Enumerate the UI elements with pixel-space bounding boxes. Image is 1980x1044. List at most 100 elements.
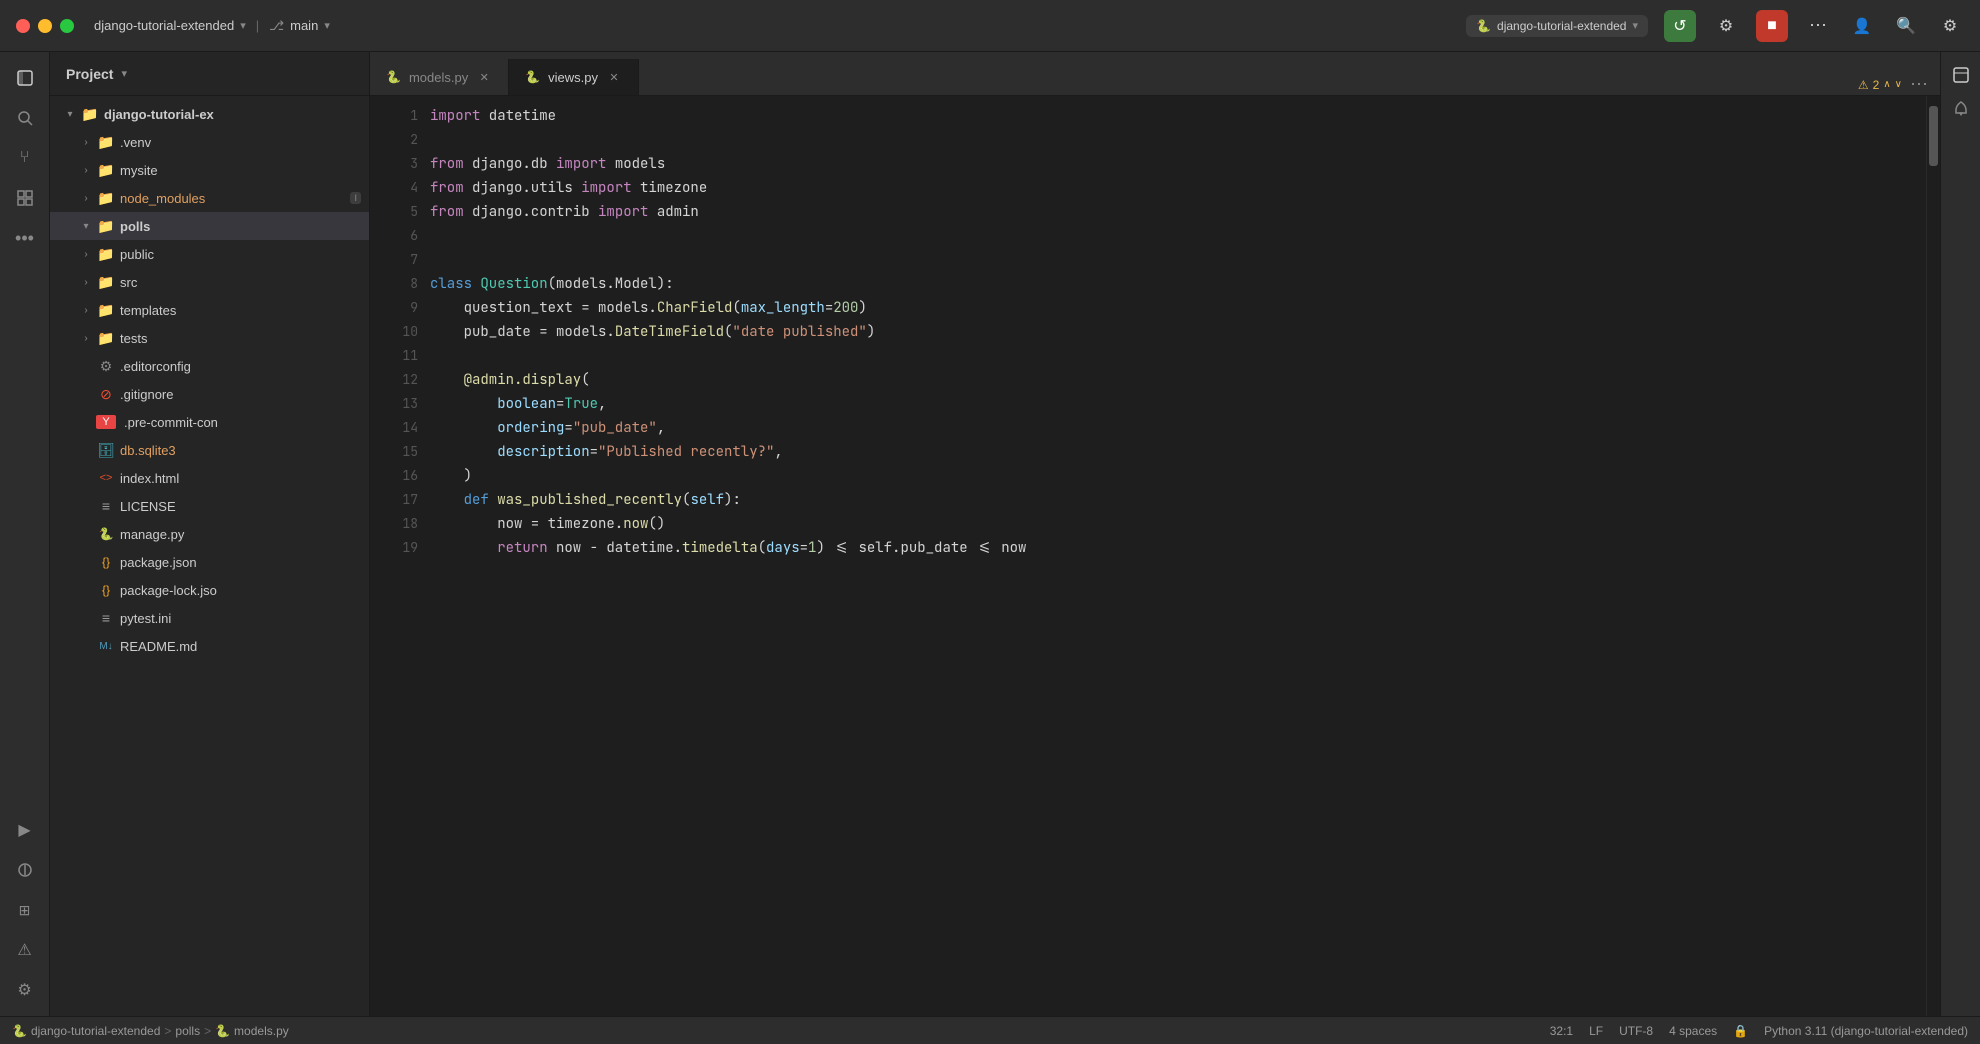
breadcrumb-sep-1: > <box>164 1024 171 1038</box>
traffic-light-green[interactable] <box>60 19 74 33</box>
sidebar-icon-remote[interactable]: ⊞ <box>7 892 43 928</box>
tree-item-gitignore[interactable]: › ⊘ .gitignore <box>50 380 369 408</box>
sidebar-icon-run[interactable]: ▶ <box>7 812 43 848</box>
branch-name[interactable]: main <box>290 18 318 33</box>
code-line-11 <box>430 344 1918 368</box>
readme-icon: M↓ <box>96 641 116 652</box>
editor-area: 🐍 models.py ✕ 🐍 views.py ✕ ⚠ 2 ∧ ∨ ⋯ <box>370 52 1940 1016</box>
code-line-1: import datetime <box>430 104 1918 128</box>
stop-button[interactable]: ■ <box>1756 10 1788 42</box>
run-button[interactable]: ↺ <box>1664 10 1696 42</box>
project-title[interactable]: django-tutorial-extended <box>94 18 234 33</box>
node-modules-folder-icon: 📁 <box>96 190 116 207</box>
tabs-more-icon[interactable]: ⋯ <box>1910 74 1928 95</box>
tree-item-db[interactable]: › 🗄 db.sqlite3 <box>50 436 369 464</box>
src-chevron-icon: › <box>78 277 94 288</box>
tests-folder-icon: 📁 <box>96 330 116 347</box>
status-line-ending[interactable]: LF <box>1589 1024 1603 1038</box>
root-label: django-tutorial-ex <box>104 107 361 122</box>
templates-folder-icon: 📁 <box>96 302 116 319</box>
status-python-version[interactable]: Python 3.11 (django-tutorial-extended) <box>1764 1024 1968 1038</box>
tree-item-venv[interactable]: › 📁 .venv <box>50 128 369 156</box>
gitignore-icon: ⊘ <box>96 386 116 403</box>
tree-item-public[interactable]: › 📁 public <box>50 240 369 268</box>
tree-item-node-modules[interactable]: › 📁 node_modules I <box>50 184 369 212</box>
tree-item-pre-commit[interactable]: › Y .pre-commit-con <box>50 408 369 436</box>
project-badge-chevron-icon: ▾ <box>1632 19 1638 32</box>
editor-scrollbar[interactable] <box>1926 96 1940 1016</box>
traffic-lights <box>16 19 74 33</box>
right-icon-structure[interactable] <box>1946 60 1976 90</box>
tree-item-readme[interactable]: › M↓ README.md <box>50 632 369 660</box>
kw-from-5: from <box>430 200 464 224</box>
more-options-icon[interactable]: ⋯ <box>1804 12 1832 40</box>
pre-commit-label: .pre-commit-con <box>124 415 361 430</box>
branch-chevron-icon: ▾ <box>324 19 330 32</box>
warning-count: 2 <box>1873 78 1880 92</box>
code-line-8: class Question(models.Model): <box>430 272 1918 296</box>
tab-views-py[interactable]: 🐍 views.py ✕ <box>509 59 639 95</box>
code-line-7 <box>430 248 1918 272</box>
code-line-10: pub_date = models.DateTimeField("date pu… <box>430 320 1918 344</box>
sidebar-icon-debug[interactable] <box>7 852 43 888</box>
warning-up-icon: ∧ <box>1883 79 1890 90</box>
encoding-label: UTF-8 <box>1619 1024 1653 1038</box>
tree-item-tests[interactable]: › 📁 tests <box>50 324 369 352</box>
status-position[interactable]: 32:1 <box>1550 1024 1573 1038</box>
models-py-close-icon[interactable]: ✕ <box>476 69 492 85</box>
breadcrumb[interactable]: 🐍 django-tutorial-extended > polls > 🐍 m… <box>12 1024 289 1038</box>
tree-item-manage-py[interactable]: › 🐍 manage.py <box>50 520 369 548</box>
sidebar-icon-settings[interactable]: ⚙ <box>7 972 43 1008</box>
public-chevron-icon: › <box>78 249 94 260</box>
traffic-light-red[interactable] <box>16 19 30 33</box>
code-area[interactable]: import datetime from django.db import mo… <box>430 96 1926 1016</box>
sidebar-icon-git[interactable]: ⑂ <box>7 140 43 176</box>
sidebar-icon-alert[interactable]: ⚠ <box>7 932 43 968</box>
sidebar-icon-more[interactable]: ••• <box>7 220 43 256</box>
tree-item-index-html[interactable]: › <> index.html <box>50 464 369 492</box>
tree-item-templates[interactable]: › 📁 templates <box>50 296 369 324</box>
code-line-9: question_text = models.CharField(max_len… <box>430 296 1918 320</box>
search-icon[interactable]: 🔍 <box>1892 12 1920 40</box>
tree-item-package-lock[interactable]: › {} package-lock.jso <box>50 576 369 604</box>
sidebar-icon-explorer[interactable] <box>7 60 43 96</box>
code-line-14: ordering="pub_date", <box>430 416 1918 440</box>
package-json-icon: {} <box>96 555 116 569</box>
sidebar-icon-search[interactable] <box>7 100 43 136</box>
tree-item-editorconfig[interactable]: › ⚙ .editorconfig <box>50 352 369 380</box>
editorconfig-icon: ⚙ <box>96 358 116 375</box>
readme-label: README.md <box>120 639 361 654</box>
settings-button[interactable]: ⚙ <box>1712 12 1740 40</box>
tree-item-root[interactable]: ▾ 📁 django-tutorial-ex <box>50 100 369 128</box>
right-icon-bell[interactable] <box>1946 94 1976 124</box>
breadcrumb-project: django-tutorial-extended <box>31 1024 160 1038</box>
tree-item-polls[interactable]: ▾ 📁 polls <box>50 212 369 240</box>
public-label: public <box>120 247 361 262</box>
warning-badge[interactable]: ⚠ 2 ∧ ∨ <box>1858 78 1902 92</box>
code-line-12: @admin.display( <box>430 368 1918 392</box>
tab-models-py[interactable]: 🐍 models.py ✕ <box>370 59 509 95</box>
line-numbers: 1 2 3 4 5 6 7 8 9 10 11 12 13 14 15 16 1… <box>370 96 430 1016</box>
db-label: db.sqlite3 <box>120 443 361 458</box>
title-divider: | <box>256 18 259 33</box>
views-py-close-icon[interactable]: ✕ <box>606 69 622 85</box>
line-ending-label: LF <box>1589 1024 1603 1038</box>
traffic-light-yellow[interactable] <box>38 19 52 33</box>
templates-chevron-icon: › <box>78 305 94 316</box>
manage-py-icon: 🐍 <box>96 527 116 541</box>
tree-item-mysite[interactable]: › 📁 mysite <box>50 156 369 184</box>
status-indent[interactable]: 4 spaces <box>1669 1024 1717 1038</box>
tree-item-src[interactable]: › 📁 src <box>50 268 369 296</box>
tree-item-package-json[interactable]: › {} package.json <box>50 548 369 576</box>
preferences-icon[interactable]: ⚙ <box>1936 12 1964 40</box>
project-badge[interactable]: 🐍 django-tutorial-extended ▾ <box>1466 15 1648 37</box>
title-bar-right: 🐍 django-tutorial-extended ▾ ↺ ⚙ ■ ⋯ 👤 🔍… <box>1466 10 1964 42</box>
editor-content[interactable]: 1 2 3 4 5 6 7 8 9 10 11 12 13 14 15 16 1… <box>370 96 1940 1016</box>
status-encoding[interactable]: UTF-8 <box>1619 1024 1653 1038</box>
sidebar-icon-extensions[interactable] <box>7 180 43 216</box>
tree-item-pytest-ini[interactable]: › ≡ pytest.ini <box>50 604 369 632</box>
polls-label: polls <box>120 219 361 234</box>
tree-item-license[interactable]: › ≡ LICENSE <box>50 492 369 520</box>
mysite-label: mysite <box>120 163 361 178</box>
account-icon[interactable]: 👤 <box>1848 12 1876 40</box>
